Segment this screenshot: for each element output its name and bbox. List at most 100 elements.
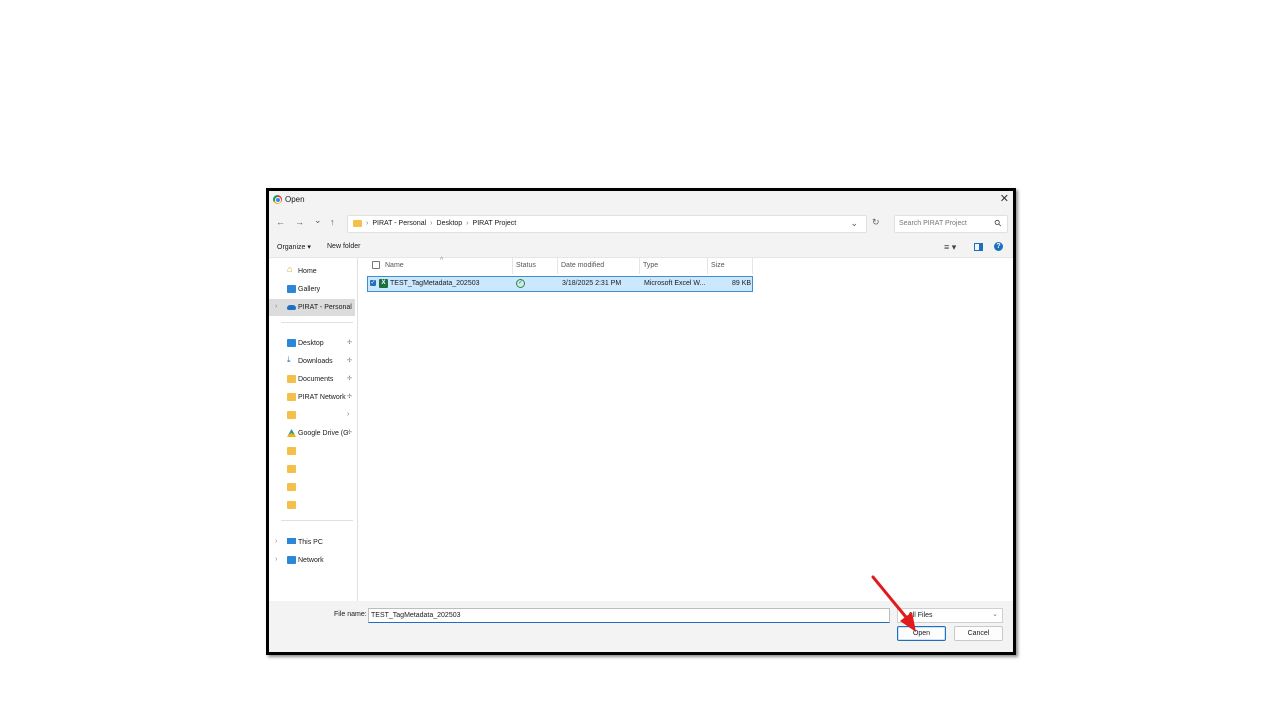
open-file-dialog: Open ✕ ← → ⌄ ↑ › PIRAT - Personal › Desk… bbox=[266, 188, 1016, 655]
cancel-button[interactable]: Cancel bbox=[954, 626, 1003, 641]
folder-icon bbox=[287, 411, 296, 419]
command-bar: Organize ▾ New folder ≡ ▾ ? bbox=[269, 237, 1013, 258]
up-arrow-icon[interactable]: ↑ bbox=[330, 217, 335, 227]
file-name-input[interactable]: TEST_TagMetadata_202503 bbox=[368, 608, 890, 623]
divider bbox=[281, 322, 353, 323]
download-icon: ⤓ bbox=[287, 355, 291, 364]
file-type-select[interactable]: All Files ⌄ bbox=[897, 608, 1003, 623]
folder-icon bbox=[287, 393, 296, 401]
expand-chevron-icon[interactable]: › bbox=[275, 556, 277, 563]
column-separator bbox=[752, 258, 753, 274]
sidebar-item-folder[interactable] bbox=[269, 461, 355, 478]
search-icon: ⚲ bbox=[992, 217, 1005, 230]
file-date: 3/18/2025 2:31 PM bbox=[562, 280, 622, 287]
pin-icon: ✢ bbox=[347, 394, 353, 400]
folder-icon bbox=[287, 465, 296, 473]
network-icon bbox=[287, 556, 296, 564]
file-list: ^ Name Status Date modified Type Size ✓ … bbox=[358, 257, 1010, 601]
column-separator bbox=[707, 258, 708, 274]
sidebar-item-google-drive[interactable]: Google Drive (G ✢ bbox=[269, 425, 355, 442]
sync-status-icon: ✓ bbox=[516, 279, 525, 288]
chevron-down-icon: ⌄ bbox=[992, 611, 998, 618]
expand-chevron-icon[interactable]: › bbox=[275, 303, 277, 310]
sidebar-item-pirat-network[interactable]: PIRAT Network ✢ bbox=[269, 389, 355, 406]
sidebar-item-desktop[interactable]: Desktop ✢ bbox=[269, 335, 355, 352]
breadcrumb-item[interactable]: PIRAT Project bbox=[473, 220, 517, 227]
dialog-title: Open bbox=[285, 195, 305, 204]
sidebar-item-this-pc[interactable]: › This PC bbox=[269, 534, 355, 551]
title-bar: Open ✕ bbox=[269, 191, 1013, 209]
pin-icon: ✢ bbox=[347, 376, 353, 382]
organize-button[interactable]: Organize ▾ bbox=[277, 243, 311, 251]
search-input[interactable]: Search PIRAT Project ⚲ bbox=[894, 215, 1008, 233]
forward-arrow-icon[interactable]: → bbox=[295, 217, 304, 227]
new-folder-button[interactable]: New folder bbox=[327, 243, 360, 250]
breadcrumb-item[interactable]: PIRAT - Personal bbox=[372, 220, 426, 227]
sidebar-item-network[interactable]: › Network bbox=[269, 552, 355, 569]
refresh-icon[interactable]: ↻ bbox=[872, 217, 880, 228]
pin-icon: ✢ bbox=[347, 430, 353, 436]
column-date-modified[interactable]: Date modified bbox=[561, 262, 604, 269]
breadcrumb-item[interactable]: Desktop bbox=[437, 220, 463, 227]
cloud-icon bbox=[287, 305, 296, 310]
desktop-folder-icon bbox=[287, 339, 296, 347]
search-placeholder: Search PIRAT Project bbox=[899, 220, 967, 227]
column-separator bbox=[639, 258, 640, 274]
column-name[interactable]: Name bbox=[385, 262, 404, 269]
column-type[interactable]: Type bbox=[643, 262, 658, 269]
divider bbox=[281, 520, 353, 521]
back-arrow-icon[interactable]: ← bbox=[276, 217, 285, 227]
chrome-icon bbox=[273, 195, 282, 204]
navigation-bar: ← → ⌄ ↑ › PIRAT - Personal › Desktop › P… bbox=[269, 209, 1013, 237]
recent-locations-icon[interactable]: ⌄ bbox=[314, 215, 322, 226]
folder-icon bbox=[353, 220, 362, 227]
sort-ascending-icon: ^ bbox=[440, 257, 444, 264]
sidebar-item-documents[interactable]: Documents ✢ bbox=[269, 371, 355, 388]
sidebar-item-pirat-personal[interactable]: › PIRAT - Personal bbox=[269, 299, 355, 316]
sidebar-item-folder[interactable] bbox=[269, 443, 355, 460]
file-name: TEST_TagMetadata_202503 bbox=[390, 280, 480, 287]
address-bar[interactable]: › PIRAT - Personal › Desktop › PIRAT Pro… bbox=[347, 215, 867, 233]
file-row[interactable]: ✓ X TEST_TagMetadata_202503 ✓ 3/18/2025 … bbox=[367, 276, 753, 292]
preview-pane-icon[interactable] bbox=[974, 243, 983, 251]
sidebar-item-folder[interactable]: › bbox=[269, 407, 355, 424]
file-size: 89 KB bbox=[732, 280, 752, 287]
file-name-label: File name: bbox=[334, 611, 367, 618]
google-drive-icon bbox=[287, 429, 296, 437]
pc-icon bbox=[287, 538, 296, 544]
folder-icon bbox=[287, 447, 296, 455]
row-checkbox[interactable]: ✓ bbox=[370, 280, 376, 286]
pin-icon: ✢ bbox=[347, 340, 353, 346]
footer-bar: File name: TEST_TagMetadata_202503 All F… bbox=[269, 601, 1013, 652]
folder-icon bbox=[287, 375, 296, 383]
sidebar-item-folder[interactable] bbox=[269, 479, 355, 496]
column-separator bbox=[557, 258, 558, 274]
file-type: Microsoft Excel W... bbox=[644, 280, 706, 287]
file-type-value: All Files bbox=[908, 612, 933, 619]
pin-icon: ✢ bbox=[347, 358, 353, 364]
column-separator bbox=[512, 258, 513, 274]
chevron-down-icon[interactable]: ⌄ bbox=[850, 218, 858, 229]
sidebar-item-folder[interactable] bbox=[269, 497, 355, 514]
expand-chevron-icon[interactable]: › bbox=[275, 538, 277, 545]
help-icon[interactable]: ? bbox=[994, 242, 1003, 251]
column-headers: ^ Name Status Date modified Type Size bbox=[358, 257, 1010, 274]
select-all-checkbox[interactable] bbox=[372, 261, 380, 269]
chevron-right-icon[interactable]: › bbox=[347, 411, 349, 418]
view-options-icon[interactable]: ≡ ▾ bbox=[944, 242, 956, 253]
file-name-value: TEST_TagMetadata_202503 bbox=[371, 612, 461, 619]
navigation-pane: ⌂ Home Gallery › PIRAT - Personal Deskto… bbox=[269, 258, 358, 601]
column-status[interactable]: Status bbox=[516, 262, 536, 269]
excel-file-icon: X bbox=[379, 279, 388, 288]
sidebar-item-gallery[interactable]: Gallery bbox=[269, 281, 355, 298]
column-size[interactable]: Size bbox=[711, 262, 725, 269]
breadcrumb: › PIRAT - Personal › Desktop › PIRAT Pro… bbox=[366, 220, 517, 227]
gallery-icon bbox=[287, 285, 296, 293]
home-icon: ⌂ bbox=[287, 264, 293, 274]
close-icon[interactable]: ✕ bbox=[1000, 193, 1009, 205]
open-button[interactable]: Open bbox=[897, 626, 946, 641]
folder-icon bbox=[287, 483, 296, 491]
sidebar-item-downloads[interactable]: ⤓ Downloads ✢ bbox=[269, 353, 355, 370]
sidebar-item-home[interactable]: ⌂ Home bbox=[269, 263, 355, 280]
folder-icon bbox=[287, 501, 296, 509]
